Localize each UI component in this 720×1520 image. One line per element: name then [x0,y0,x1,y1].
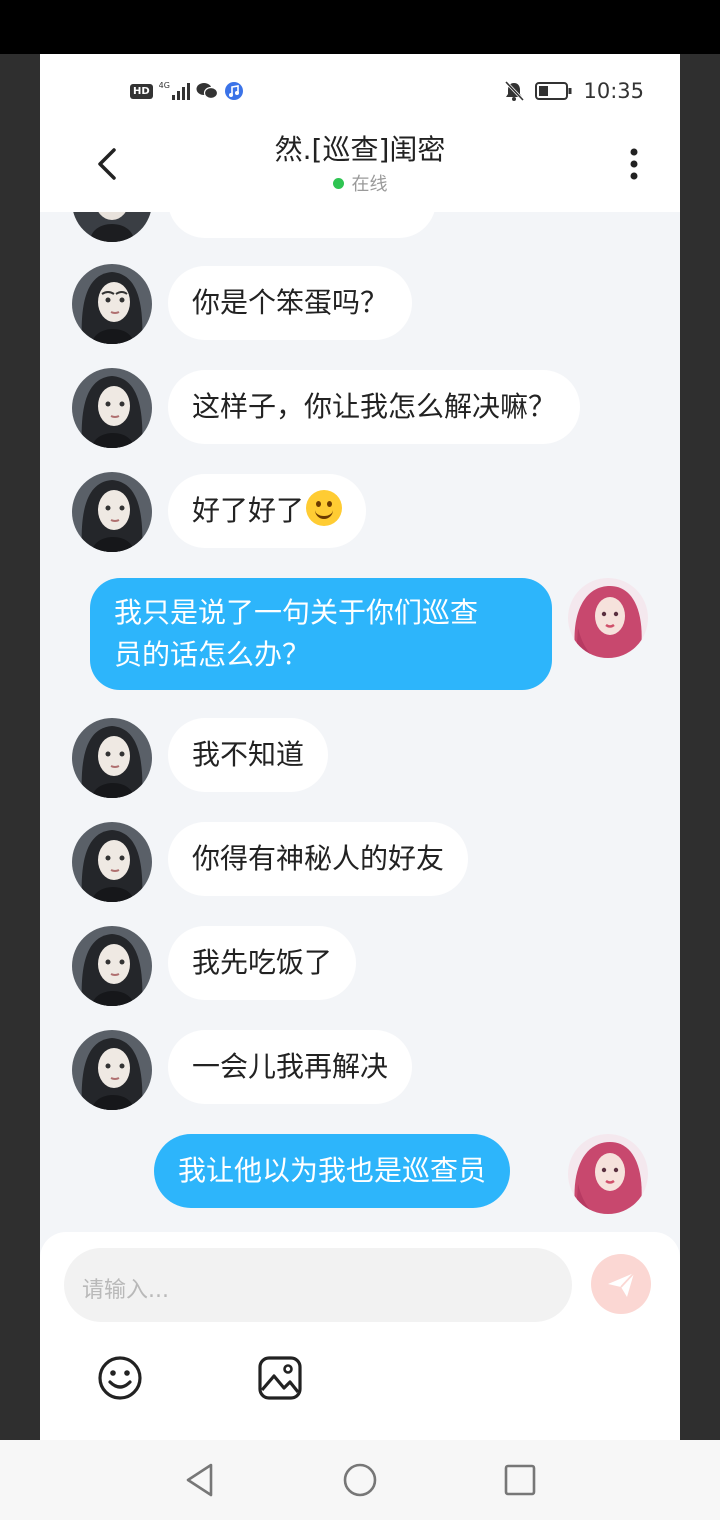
message-bubble[interactable]: 我先吃饭了 [168,926,357,1000]
message-bubble-outgoing[interactable]: 我只是说了一句关于你们巡查 员的话怎么办？ [90,578,552,690]
message-line: 员的话怎么办？ [114,638,311,671]
home-nav-icon[interactable] [340,1462,380,1498]
signal-icon: 4G [159,82,190,100]
contact-avatar[interactable] [72,212,152,242]
message-bubble[interactable]: 你是个笨蛋吗？ [168,266,413,340]
online-dot-icon [332,177,344,189]
message-bubble-outgoing[interactable]: 我让他以为我也是巡查员 [154,1134,511,1208]
message-line: 我只是说了一句关于你们巡查 [114,596,479,629]
chat-screen: HD 4G 10:35 然.[巡查]闺密 在线 你是个笨蛋吗？ 这样子，你让我怎… [40,54,680,1440]
back-arrow-icon[interactable] [88,144,128,184]
music-app-icon [224,82,243,100]
partial-message-bubble[interactable] [168,212,436,238]
status-right: 10:35 [503,78,644,104]
contact-avatar[interactable] [72,822,152,902]
clock: 10:35 [583,79,644,103]
chat-title: 然.[巡查]闺密 [274,133,446,166]
chat-header: 然.[巡查]闺密 在线 [40,130,680,212]
contact-avatar[interactable] [72,368,152,448]
send-icon [608,1272,635,1297]
online-status-label: 在线 [351,174,388,195]
message-bubble[interactable]: 一会儿我再解决 [168,1030,413,1104]
back-nav-icon[interactable] [180,1462,220,1498]
system-nav-bar [0,1440,720,1520]
title-block: 然.[巡查]闺密 在线 [160,130,560,196]
message-list[interactable]: 你是个笨蛋吗？ 这样子，你让我怎么解决嘛？ 好了好了 我只是说了一句关于你们巡查… [40,212,680,1232]
contact-avatar[interactable] [72,264,152,344]
message-input[interactable]: 请输入... [64,1248,572,1322]
message-bubble[interactable]: 好了好了 [168,474,367,548]
top-black-bar [0,0,720,54]
wechat-icon [196,83,218,100]
recents-nav-icon[interactable] [500,1462,540,1498]
mute-bell-icon [505,80,525,102]
smiling-face-emoji-icon [306,490,343,526]
status-left: HD 4G [130,80,244,102]
hd-badge: HD [130,83,153,99]
message-bubble[interactable]: 我不知道 [168,718,329,792]
composer: 请输入... [40,1232,680,1440]
contact-avatar[interactable] [72,926,152,1006]
message-bubble[interactable]: 你得有神秘人的好友 [168,822,469,896]
message-text: 好了好了 [192,494,305,527]
send-button[interactable] [591,1254,651,1314]
contact-avatar[interactable] [72,472,152,552]
contact-avatar[interactable] [72,1030,152,1110]
battery-icon [535,82,572,100]
emoji-icon[interactable] [96,1354,144,1402]
network-label: 4G [158,81,170,90]
contact-avatar[interactable] [72,718,152,798]
user-avatar[interactable] [568,578,648,658]
user-avatar[interactable] [568,1134,648,1214]
online-status: 在线 [332,170,388,196]
more-options-icon[interactable] [626,144,642,184]
message-bubble[interactable]: 这样子，你让我怎么解决嘛？ [168,370,581,444]
input-placeholder: 请输入... [82,1278,169,1303]
status-bar: HD 4G 10:35 [40,54,680,130]
image-icon[interactable] [256,1354,304,1402]
